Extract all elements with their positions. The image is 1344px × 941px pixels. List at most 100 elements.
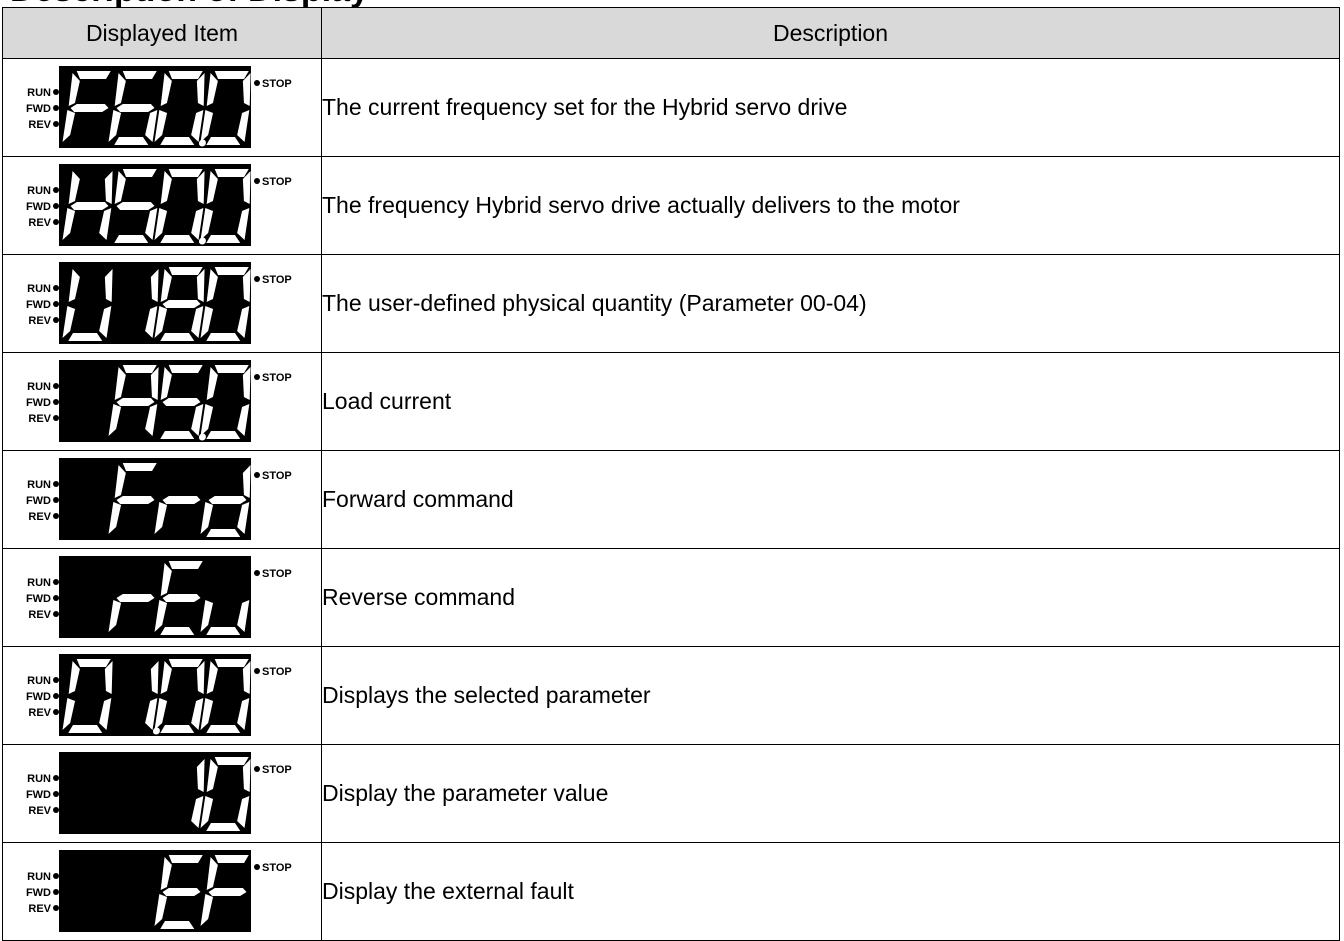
segment-g [116, 594, 155, 602]
segment-a [122, 365, 157, 373]
fwd-lamp: FWD [14, 395, 59, 411]
run-lamp: RUN [14, 379, 59, 395]
seven-segment-readout [108, 463, 251, 537]
displayed-item-cell: RUN FWD REV STOP [2, 450, 322, 549]
segment-a [122, 71, 157, 79]
displayed-item-cell: RUN FWD REV STOP [2, 58, 322, 157]
segment-f [160, 563, 172, 596]
segment-c [237, 404, 250, 436]
run-label: RUN [27, 773, 51, 785]
led-screen [59, 654, 251, 736]
segment-f [114, 367, 126, 400]
keypad-display: RUN FWD REV STOP [3, 843, 320, 940]
run-lamp: RUN [14, 85, 59, 101]
segment-g [116, 496, 155, 504]
segment-a [214, 757, 249, 765]
digit [108, 594, 155, 632]
rev-lamp: REV [14, 705, 59, 721]
segment-a [214, 659, 249, 667]
rev-label: REV [28, 119, 51, 131]
rev-label: REV [28, 315, 51, 327]
digit [200, 169, 251, 243]
segment-d [114, 137, 149, 145]
seven-segment-readout [62, 659, 251, 735]
decimal-point [198, 237, 206, 245]
rev-lamp: REV [14, 803, 59, 819]
segment-a [122, 169, 157, 177]
decimal-point [198, 139, 206, 147]
description-cell: Load current [321, 352, 1340, 451]
fwd-label: FWD [25, 201, 51, 213]
displayed-item-cell: RUN FWD REV STOP [2, 646, 322, 745]
stop-label: STOP [262, 666, 292, 678]
keypad-display: RUN FWD REV STOP [3, 647, 320, 744]
rev-label: REV [28, 413, 51, 425]
segment-f [206, 661, 218, 694]
table-row: RUN FWD REV STOP The frequency Hybrid servo … [2, 156, 1340, 255]
segment-e [154, 502, 168, 534]
digit [154, 659, 205, 733]
segment-c [237, 208, 250, 240]
digit [62, 71, 111, 142]
digit [62, 659, 113, 733]
segment-g [116, 202, 155, 210]
segment-d [68, 725, 103, 733]
stop-dot-icon [254, 472, 260, 478]
digit [62, 269, 113, 341]
segment-d [68, 333, 103, 341]
segment-c [145, 404, 158, 436]
keypad-display: RUN FWD REV STOP [3, 157, 320, 254]
status-lamps: RUN FWD REV [14, 379, 59, 427]
run-label: RUN [27, 381, 51, 393]
digit [154, 267, 205, 341]
led-screen [59, 458, 251, 540]
description-cell: Forward command [321, 450, 1340, 549]
header-row: Displayed Item Description [2, 7, 1340, 59]
digit [200, 365, 251, 439]
segment-e [108, 502, 122, 534]
table-row: RUN FWD REV STOP Display the parameter value [2, 744, 1340, 843]
segment-g [162, 398, 201, 406]
digit [200, 757, 251, 831]
segment-f [160, 661, 172, 694]
fwd-label: FWD [25, 299, 51, 311]
fwd-lamp: FWD [14, 199, 59, 215]
digit [108, 71, 158, 145]
rev-label: REV [28, 903, 51, 915]
fwd-label: FWD [25, 103, 51, 115]
fwd-lamp: FWD [14, 689, 59, 705]
run-lamp: RUN [14, 771, 59, 787]
segment-f [160, 857, 172, 890]
stop-label: STOP [262, 862, 292, 874]
stop-dot-icon [254, 374, 260, 380]
segment-a [76, 71, 111, 79]
segment-d [160, 921, 195, 929]
run-lamp: RUN [14, 869, 59, 885]
segment-g [116, 398, 155, 406]
segment-e [200, 894, 214, 926]
run-label: RUN [27, 577, 51, 589]
header-description: Description [321, 7, 1340, 59]
stop-lamp: STOP [254, 77, 292, 91]
segment-b [150, 269, 159, 302]
segment-e [62, 208, 76, 240]
rev-label: REV [28, 805, 51, 817]
segment-a [168, 561, 203, 569]
description-cell: Displays the selected parameter [321, 646, 1340, 745]
displayed-item-cell: RUN FWD REV STOP [2, 548, 322, 647]
fwd-lamp: FWD [14, 787, 59, 803]
led-screen [59, 164, 251, 246]
segment-d [160, 431, 195, 439]
rev-label: REV [28, 609, 51, 621]
segment-e [108, 404, 122, 436]
segment-g [162, 888, 201, 896]
segment-g [116, 104, 155, 112]
stop-lamp: STOP [254, 861, 292, 875]
status-lamps: RUN FWD REV [14, 281, 59, 329]
led-screen [59, 556, 251, 638]
run-lamp: RUN [14, 673, 59, 689]
fwd-lamp: FWD [14, 101, 59, 117]
display-table: Displayed Item Description RUN FWD REV STOP… [2, 7, 1340, 941]
run-label: RUN [27, 185, 51, 197]
keypad-display: RUN FWD REV STOP [3, 353, 320, 450]
